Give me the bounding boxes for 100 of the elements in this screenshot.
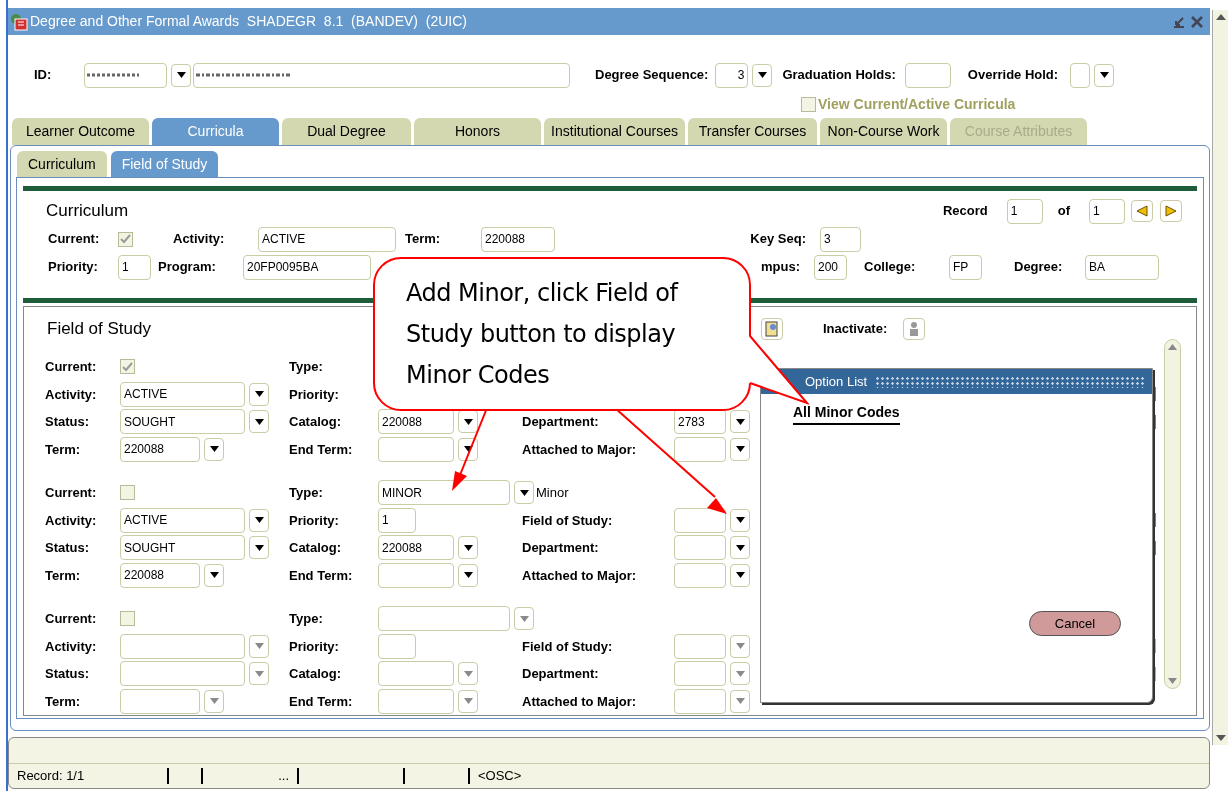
input-field[interactable]: ACTIVE: [258, 226, 396, 252]
caret-icon: [463, 544, 473, 551]
subtab[interactable]: Curriculum: [17, 151, 107, 177]
option-link[interactable]: All Minor Codes: [793, 402, 900, 425]
checkbox[interactable]: [120, 485, 135, 501]
cancel-button[interactable]: Cancel: [1029, 611, 1121, 636]
dropdown-button[interactable]: [204, 563, 224, 587]
input-field[interactable]: ACTIVE: [120, 507, 245, 533]
close-icon[interactable]: [1190, 14, 1204, 29]
input-field[interactable]: [674, 688, 726, 714]
input-field[interactable]: [378, 688, 454, 714]
input-field[interactable]: 220088: [120, 562, 200, 588]
field-label: Degree Sequence:: [595, 66, 709, 85]
window-scrollbar[interactable]: [1212, 10, 1228, 745]
document-button[interactable]: [760, 318, 783, 340]
dropdown-button[interactable]: [730, 563, 750, 587]
tab[interactable]: Institutional Courses: [544, 118, 685, 145]
dropdown-button[interactable]: [730, 437, 750, 461]
input-field[interactable]: 200: [814, 254, 847, 280]
field-label: Activity:: [45, 385, 98, 404]
field-label: End Term:: [289, 566, 354, 585]
caret-icon: [735, 418, 745, 425]
dropdown-button[interactable]: [1094, 63, 1115, 87]
dropdown-button[interactable]: [458, 536, 478, 560]
checkbox[interactable]: [120, 359, 135, 375]
minimize-icon[interactable]: [1172, 14, 1186, 29]
input-field[interactable]: [378, 606, 510, 632]
input-field[interactable]: [378, 436, 454, 462]
input-field[interactable]: ACTIVE: [120, 381, 245, 407]
dropdown-button[interactable]: [730, 536, 750, 560]
input-field[interactable]: [378, 661, 454, 687]
dropdown-button[interactable]: [171, 63, 191, 87]
name-field[interactable]: [193, 62, 570, 88]
checkbox[interactable]: [801, 97, 816, 112]
input-field[interactable]: SOUGHT: [120, 409, 245, 435]
section-title: Curriculum: [46, 200, 129, 223]
field-label: Catalog:: [289, 665, 342, 683]
inactivate-button[interactable]: [903, 318, 926, 340]
dropdown-button[interactable]: [458, 410, 478, 434]
previous-record-button[interactable]: [1131, 200, 1153, 222]
input-field[interactable]: [378, 633, 416, 659]
dropdown-button[interactable]: [730, 508, 750, 532]
tab[interactable]: Learner Outcome: [12, 118, 149, 145]
tab[interactable]: Non-Course Work: [820, 118, 947, 145]
input-field[interactable]: FP: [949, 254, 982, 280]
next-record-button[interactable]: [1160, 200, 1182, 222]
caret-icon: [254, 670, 264, 677]
dropdown-button[interactable]: [204, 437, 224, 461]
checkbox[interactable]: [120, 611, 135, 627]
input-field[interactable]: BA: [1085, 254, 1159, 280]
input-field[interactable]: [378, 562, 454, 588]
dropdown-button[interactable]: [730, 410, 750, 434]
field-label: Program:: [158, 258, 217, 277]
input-field[interactable]: 220088: [378, 409, 454, 435]
input-field[interactable]: 1: [1006, 198, 1043, 224]
scroll-up-icon[interactable]: [1168, 344, 1177, 350]
input-field[interactable]: 1: [118, 254, 151, 280]
input-field[interactable]: 2783: [674, 409, 726, 435]
input-field[interactable]: [120, 633, 245, 659]
input-field[interactable]: [120, 661, 245, 687]
input-field[interactable]: [674, 507, 726, 533]
input-field[interactable]: 20FP0095BA: [243, 254, 371, 280]
input-field[interactable]: [904, 62, 951, 88]
tab[interactable]: Dual Degree: [282, 118, 411, 145]
scroll-up-icon[interactable]: [1215, 14, 1226, 20]
input-field[interactable]: 220088: [378, 535, 454, 561]
dropdown-button[interactable]: [514, 481, 534, 505]
id-field[interactable]: [84, 62, 167, 88]
input-field[interactable]: 3: [715, 62, 749, 88]
tab[interactable]: Honors: [414, 118, 541, 145]
dropdown-button[interactable]: [249, 382, 269, 406]
input-field[interactable]: MINOR: [378, 480, 510, 506]
input-field[interactable]: [674, 661, 726, 687]
dropdown-button[interactable]: [249, 410, 269, 434]
scrollbar[interactable]: [1164, 339, 1181, 689]
input-field[interactable]: 220088: [120, 436, 200, 462]
input-field[interactable]: [674, 633, 726, 659]
input-field[interactable]: [120, 688, 200, 714]
input-field[interactable]: [1070, 62, 1091, 88]
caret-icon: [254, 418, 264, 425]
input-field[interactable]: 1: [378, 507, 416, 533]
input-field[interactable]: 1: [1089, 198, 1125, 224]
scroll-down-icon[interactable]: [1168, 678, 1177, 684]
input-field[interactable]: [674, 436, 726, 462]
tab[interactable]: Transfer Courses: [688, 118, 817, 145]
scroll-down-icon[interactable]: [1215, 735, 1226, 741]
input-field[interactable]: [674, 535, 726, 561]
dropdown-button[interactable]: [249, 536, 269, 560]
dropdown-button[interactable]: [249, 508, 269, 532]
field-label: Field of Study:: [522, 637, 614, 656]
field-label: Catalog:: [289, 539, 342, 557]
input-field[interactable]: 220088: [481, 226, 555, 252]
input-field[interactable]: SOUGHT: [120, 535, 245, 561]
type-description: Minor: [536, 484, 569, 502]
input-field[interactable]: [674, 562, 726, 588]
dropdown-button[interactable]: [752, 63, 773, 87]
dropdown-button[interactable]: [458, 563, 478, 587]
caret-icon: [463, 418, 473, 425]
checkbox[interactable]: [118, 231, 133, 247]
input-field[interactable]: 3: [820, 226, 861, 252]
